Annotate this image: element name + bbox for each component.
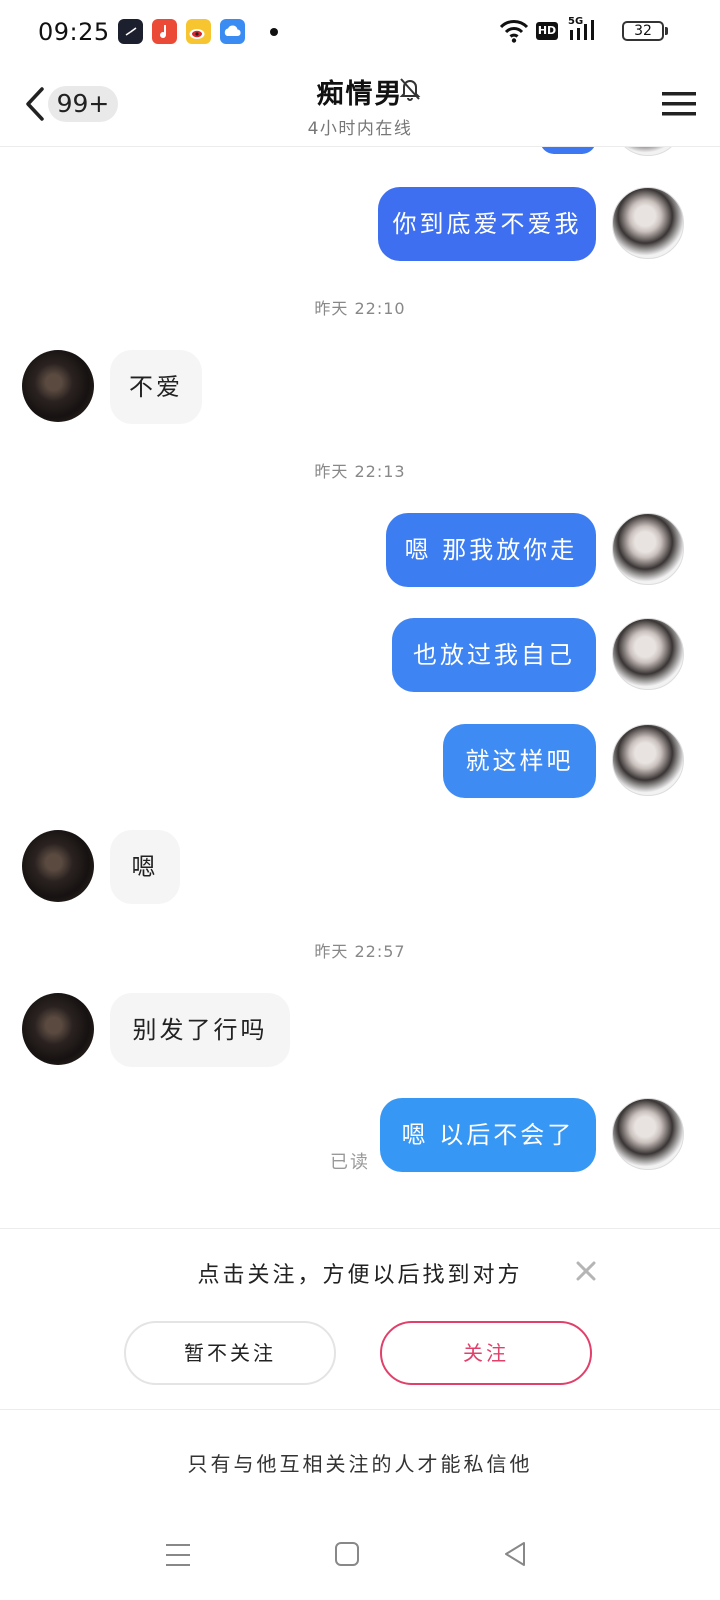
message-timestamp: 昨天 22:13 bbox=[314, 462, 406, 481]
contact-avatar[interactable] bbox=[22, 993, 94, 1065]
follow-tip-text: 点击关注，方便以后找到对方 bbox=[197, 1263, 523, 1288]
message-bubble-partial bbox=[540, 146, 596, 154]
wifi-icon bbox=[499, 20, 529, 43]
clock-app-icon bbox=[118, 19, 143, 44]
battery-icon: 32 bbox=[622, 21, 664, 41]
my-avatar[interactable] bbox=[612, 724, 684, 796]
read-receipt: 已读 bbox=[330, 1152, 370, 1173]
close-icon[interactable] bbox=[574, 1259, 598, 1283]
cloud-app-icon bbox=[220, 19, 245, 44]
contact-avatar[interactable] bbox=[22, 350, 94, 422]
my-avatar[interactable] bbox=[612, 513, 684, 585]
message-bubble-outgoing[interactable]: 也放过我自己 bbox=[392, 618, 596, 692]
follow-button[interactable]: 关注 bbox=[380, 1321, 592, 1385]
my-avatar[interactable] bbox=[612, 187, 684, 259]
follow-prompt-panel: 点击关注，方便以后找到对方 暂不关注 关注 bbox=[0, 1228, 720, 1410]
message-bubble-outgoing[interactable]: 就这样吧 bbox=[443, 724, 596, 798]
message-bubble-outgoing[interactable]: 嗯 那我放你走 bbox=[386, 513, 596, 587]
message-timestamp: 昨天 22:57 bbox=[314, 942, 406, 961]
message-list[interactable]: 你到底爱不爱我 昨天 22:10 不爱 昨天 22:13 嗯 那我放你走 也放过… bbox=[0, 146, 720, 1228]
contact-name-text: 痴情男 bbox=[316, 79, 404, 110]
contact-avatar[interactable] bbox=[22, 830, 94, 902]
mute-bell-icon bbox=[399, 78, 421, 101]
status-time: 09:25 bbox=[38, 18, 110, 46]
message-bubble-incoming[interactable]: 嗯 bbox=[110, 830, 180, 904]
message-timestamp: 昨天 22:10 bbox=[314, 299, 406, 318]
my-avatar[interactable] bbox=[612, 1098, 684, 1170]
chat-header: 99+ 痴情男 4小时内在线 bbox=[0, 64, 720, 147]
message-bubble-incoming[interactable]: 不爱 bbox=[110, 350, 202, 424]
online-status: 4小时内在线 bbox=[307, 119, 413, 139]
status-bar: 09:25 HD 5G 32 bbox=[0, 0, 720, 64]
message-bubble-outgoing[interactable]: 你到底爱不爱我 bbox=[378, 187, 596, 261]
recent-apps-icon[interactable] bbox=[165, 1542, 191, 1568]
my-avatar[interactable] bbox=[612, 618, 684, 690]
my-avatar[interactable] bbox=[612, 146, 684, 156]
not-follow-button[interactable]: 暂不关注 bbox=[124, 1321, 336, 1385]
hd-icon: HD bbox=[536, 22, 558, 40]
signal-icon: 5G bbox=[566, 16, 602, 44]
message-bubble-outgoing[interactable]: 嗯 以后不会了 bbox=[380, 1098, 596, 1172]
more-notifications-dot bbox=[270, 28, 278, 36]
menu-icon[interactable] bbox=[662, 90, 696, 118]
mutual-follow-notice: 只有与他互相关注的人才能私信他 bbox=[187, 1452, 533, 1476]
weibo-app-icon bbox=[186, 19, 211, 44]
contact-name[interactable]: 痴情男 bbox=[0, 72, 720, 111]
message-bubble-incoming[interactable]: 别发了行吗 bbox=[110, 993, 290, 1067]
music-app-icon bbox=[152, 19, 177, 44]
battery-tip bbox=[665, 27, 668, 35]
back-icon[interactable] bbox=[502, 1540, 528, 1568]
home-icon[interactable] bbox=[334, 1541, 360, 1567]
system-nav-bar bbox=[0, 1528, 720, 1600]
